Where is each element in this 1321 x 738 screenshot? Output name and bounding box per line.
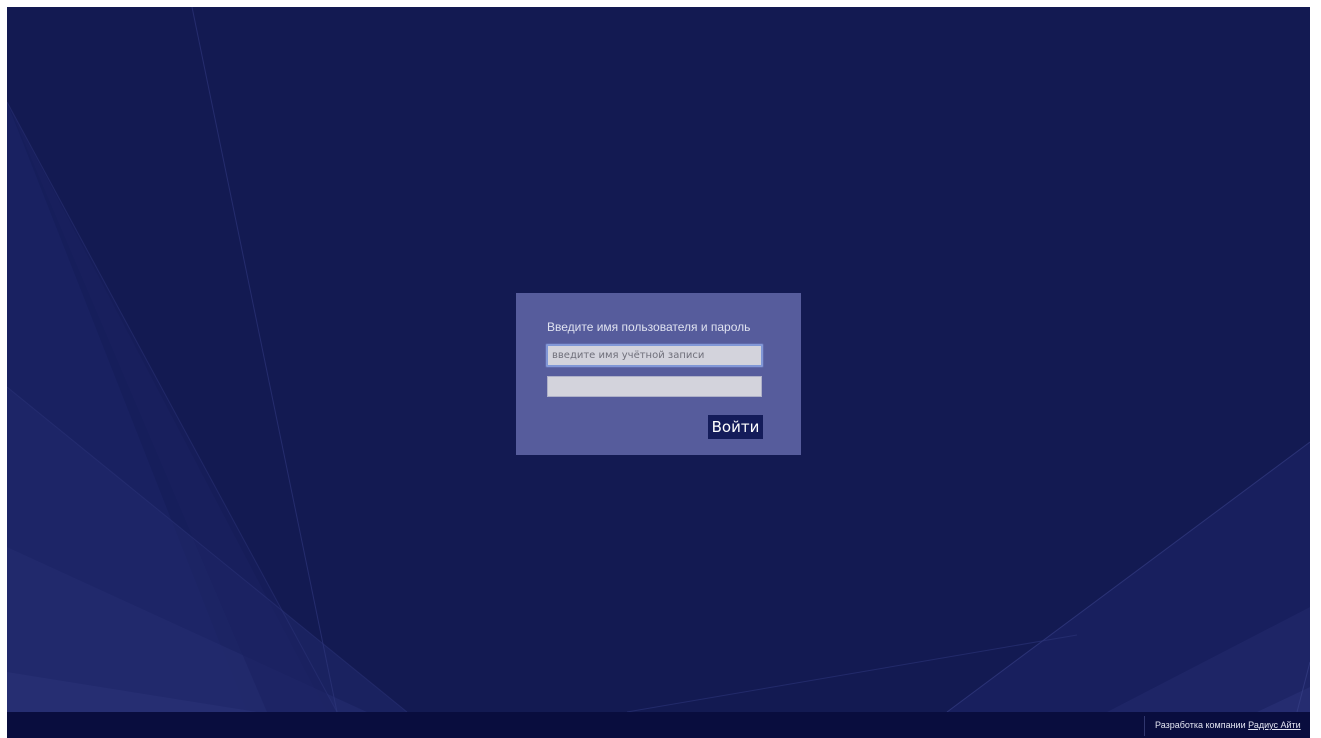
username-input[interactable] xyxy=(547,345,762,366)
login-dialog: Введите имя пользователя и пароль Войти xyxy=(516,293,801,455)
footer-credit-prefix: Разработка компании xyxy=(1155,720,1246,730)
footer-credit: Разработка компании Радиус Айти xyxy=(1155,720,1301,730)
login-button[interactable]: Войти xyxy=(708,415,763,439)
login-screen: Введите имя пользователя и пароль Войти … xyxy=(7,7,1310,738)
footer: Разработка компании Радиус Айти xyxy=(7,712,1310,738)
footer-divider xyxy=(1144,716,1145,736)
company-link[interactable]: Радиус Айти xyxy=(1248,720,1301,730)
password-input[interactable] xyxy=(547,376,762,397)
login-title: Введите имя пользователя и пароль xyxy=(547,320,751,334)
